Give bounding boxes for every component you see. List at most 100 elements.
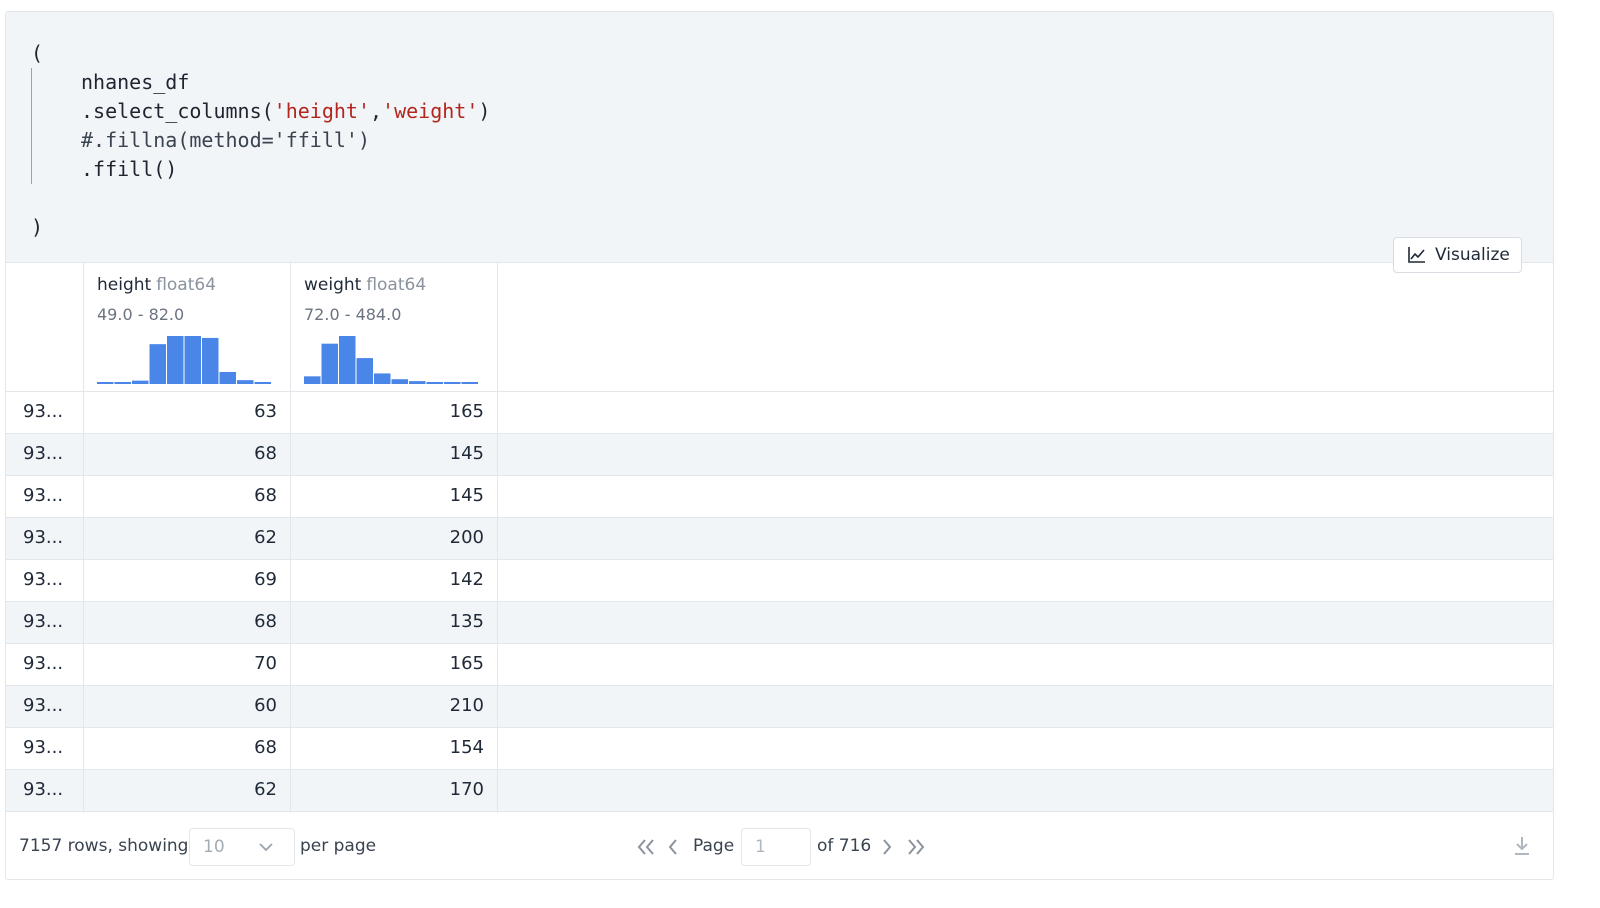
cell-height: 68 <box>254 485 277 506</box>
cell-height: 62 <box>254 527 277 548</box>
cell-height: 63 <box>254 401 277 422</box>
cell-weight: 145 <box>449 485 484 506</box>
table-row[interactable]: 93... 60 210 <box>6 686 1553 728</box>
column-dtype: float64 <box>366 275 427 295</box>
code-string-weight: 'weight' <box>382 99 479 123</box>
page-size-value: 10 <box>203 837 225 857</box>
cell-height: 68 <box>254 443 277 464</box>
row-index: 93... <box>23 527 64 548</box>
code-line-3: .select_columns('height','weight') <box>81 97 490 126</box>
code-method: .select_columns( <box>81 99 274 123</box>
column-histogram <box>97 336 271 384</box>
chevron-down-icon <box>259 843 273 852</box>
code-line-4-comment: #.fillna(method='ffill') <box>81 128 370 152</box>
row-count-text: 7157 rows, showing <box>19 836 189 856</box>
page-size-select[interactable]: 10 <box>189 828 295 866</box>
table-row[interactable]: 93... 62 170 <box>6 770 1553 812</box>
row-index: 93... <box>23 569 64 590</box>
histogram-bar <box>219 372 236 384</box>
page-number-input[interactable]: 1 <box>741 828 811 866</box>
table-row[interactable]: 93... 68 154 <box>6 728 1553 770</box>
row-index: 93... <box>23 653 64 674</box>
table-row[interactable]: 93... 68 145 <box>6 434 1553 476</box>
histogram-bar <box>97 382 114 384</box>
histogram-bar <box>356 358 373 384</box>
table-row[interactable]: 93... 70 165 <box>6 644 1553 686</box>
table-row[interactable]: 93... 68 135 <box>6 602 1553 644</box>
download-icon[interactable] <box>1512 835 1532 857</box>
histogram-bar <box>237 380 254 384</box>
cell-weight: 165 <box>449 401 484 422</box>
histogram-bar <box>374 373 391 384</box>
cell-height: 60 <box>254 695 277 716</box>
histogram-bar <box>132 380 149 384</box>
row-index: 93... <box>23 611 64 632</box>
last-page-icon[interactable] <box>905 837 927 857</box>
cell-weight: 210 <box>449 695 484 716</box>
histogram-bar <box>321 343 338 384</box>
row-index: 93... <box>23 737 64 758</box>
cell-weight: 165 <box>449 653 484 674</box>
code-string-height: 'height' <box>273 99 370 123</box>
cell-height: 68 <box>254 737 277 758</box>
histogram-bar <box>339 336 356 384</box>
histogram-bar <box>254 382 271 384</box>
code-editor[interactable]: ( nhanes_df .select_columns('height','we… <box>6 12 1553 263</box>
histogram-bar <box>149 344 166 384</box>
table-row[interactable]: 93... 62 200 <box>6 518 1553 560</box>
code-close-paren: ) <box>478 99 491 123</box>
column-divider <box>497 263 498 813</box>
code-line-6: ) <box>31 215 44 239</box>
code-line-1: ( <box>31 41 44 65</box>
table-row[interactable]: 93... 69 142 <box>6 560 1553 602</box>
cell-weight: 154 <box>449 737 484 758</box>
row-index: 93... <box>23 443 64 464</box>
row-index: 93... <box>23 485 64 506</box>
cell-height: 69 <box>254 569 277 590</box>
cell-weight: 200 <box>449 527 484 548</box>
histogram-bar <box>461 382 478 384</box>
column-divider <box>83 263 84 813</box>
per-page-label: per page <box>300 836 377 856</box>
cell-weight: 142 <box>449 569 484 590</box>
cell-height: 68 <box>254 611 277 632</box>
table-row[interactable]: 93... 68 145 <box>6 476 1553 518</box>
visualize-label: Visualize <box>1435 245 1510 265</box>
histogram-bar <box>184 336 201 384</box>
row-index: 93... <box>23 779 64 800</box>
column-header-height[interactable]: height float64 49.0 - 82.0 <box>84 263 291 391</box>
visualize-button[interactable]: Visualize <box>1393 237 1522 273</box>
previous-page-icon[interactable] <box>666 837 680 857</box>
column-dtype: float64 <box>156 275 217 295</box>
histogram-bar <box>444 382 461 384</box>
column-range: 49.0 - 82.0 <box>97 305 185 324</box>
first-page-icon[interactable] <box>635 837 657 857</box>
histogram-bar <box>426 382 443 384</box>
table-footer: 7157 rows, showing 10 per page Page 1 of… <box>6 813 1553 879</box>
notebook-cell: ( nhanes_df .select_columns('height','we… <box>5 11 1554 880</box>
cell-weight: 135 <box>449 611 484 632</box>
histogram-bar <box>114 382 131 384</box>
row-index: 93... <box>23 695 64 716</box>
table-row[interactable]: 93... 63 165 <box>6 392 1553 434</box>
column-histogram <box>304 336 478 384</box>
column-name: weight <box>304 275 362 295</box>
cell-weight: 170 <box>449 779 484 800</box>
column-header-weight[interactable]: weight float64 72.0 - 484.0 <box>291 263 498 391</box>
cell-height: 70 <box>254 653 277 674</box>
code-line-5: .ffill() <box>81 157 178 181</box>
next-page-icon[interactable] <box>880 837 894 857</box>
column-name: height <box>97 275 152 295</box>
cell-height: 62 <box>254 779 277 800</box>
cell-weight: 145 <box>449 443 484 464</box>
page-label: Page <box>693 836 735 856</box>
histogram-bar <box>391 379 408 384</box>
histogram-bar <box>409 381 426 384</box>
histogram-bar <box>304 376 321 384</box>
histogram-bar <box>167 336 184 384</box>
code-comma: , <box>369 99 383 123</box>
line-chart-icon <box>1408 247 1425 263</box>
indent-guide <box>31 68 32 184</box>
table-header: height float64 49.0 - 82.0 weight float64 … <box>6 263 1553 392</box>
page-total-text: of 716 <box>817 836 872 856</box>
